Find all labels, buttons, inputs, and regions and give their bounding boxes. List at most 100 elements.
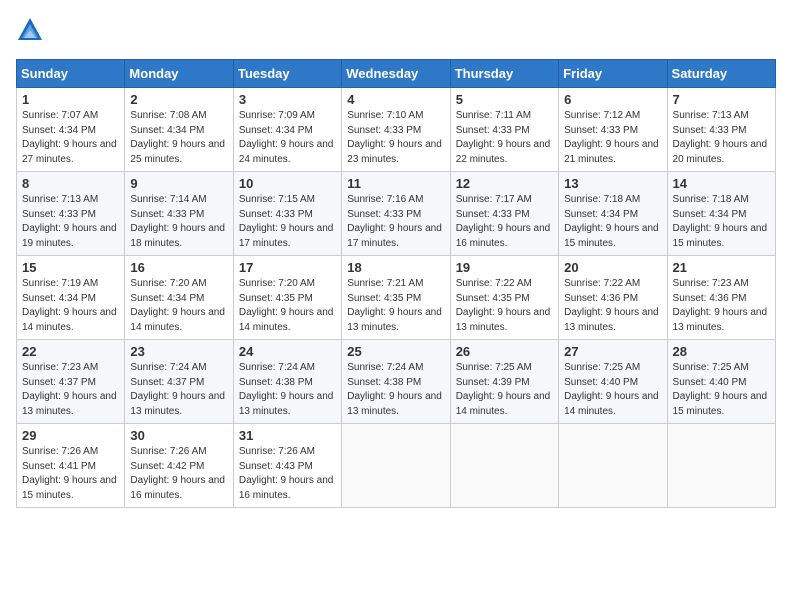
day-number: 22 [22,344,119,359]
calendar-cell: 16 Sunrise: 7:20 AMSunset: 4:34 PMDayligh… [125,256,233,340]
day-info: Sunrise: 7:18 AMSunset: 4:34 PMDaylight:… [673,194,768,249]
day-number: 8 [22,176,119,191]
day-info: Sunrise: 7:16 AMSunset: 4:33 PMDaylight:… [347,194,442,249]
calendar-table: SundayMondayTuesdayWednesdayThursdayFrid… [16,59,776,508]
day-number: 2 [130,92,227,107]
day-number: 13 [564,176,661,191]
column-header-thursday: Thursday [450,60,558,88]
calendar-cell: 3 Sunrise: 7:09 AMSunset: 4:34 PMDaylight… [233,88,341,172]
day-number: 11 [347,176,444,191]
day-info: Sunrise: 7:13 AMSunset: 4:33 PMDaylight:… [22,194,117,249]
day-info: Sunrise: 7:23 AMSunset: 4:36 PMDaylight:… [673,278,768,333]
day-number: 17 [239,260,336,275]
calendar-cell: 29Sunrise: 7:26 AMSunset: 4:41 PMDayligh… [17,424,125,508]
day-number: 20 [564,260,661,275]
day-info: Sunrise: 7:08 AMSunset: 4:34 PMDaylight:… [130,110,225,165]
day-number: 15 [22,260,119,275]
day-info: Sunrise: 7:26 AMSunset: 4:41 PMDaylight:… [22,446,117,501]
day-info: Sunrise: 7:07 AMSunset: 4:34 PMDaylight:… [22,110,117,165]
day-number: 3 [239,92,336,107]
calendar-cell: 18 Sunrise: 7:21 AMSunset: 4:35 PMDayligh… [342,256,450,340]
day-info: Sunrise: 7:26 AMSunset: 4:42 PMDaylight:… [130,446,225,501]
calendar-week-row: 1Sunrise: 7:07 AMSunset: 4:34 PMDaylight… [17,88,776,172]
calendar-cell: 8 Sunrise: 7:13 AMSunset: 4:33 PMDaylight… [17,172,125,256]
calendar-cell: 1Sunrise: 7:07 AMSunset: 4:34 PMDaylight… [17,88,125,172]
calendar-week-row: 29Sunrise: 7:26 AMSunset: 4:41 PMDayligh… [17,424,776,508]
day-number: 16 [130,260,227,275]
day-number: 25 [347,344,444,359]
column-header-wednesday: Wednesday [342,60,450,88]
column-header-tuesday: Tuesday [233,60,341,88]
calendar-header-row: SundayMondayTuesdayWednesdayThursdayFrid… [17,60,776,88]
day-number: 4 [347,92,444,107]
day-number: 23 [130,344,227,359]
day-number: 30 [130,428,227,443]
day-info: Sunrise: 7:15 AMSunset: 4:33 PMDaylight:… [239,194,334,249]
day-number: 9 [130,176,227,191]
day-info: Sunrise: 7:24 AMSunset: 4:38 PMDaylight:… [347,362,442,417]
calendar-cell: 19 Sunrise: 7:22 AMSunset: 4:35 PMDayligh… [450,256,558,340]
logo-container [16,16,48,49]
column-header-saturday: Saturday [667,60,775,88]
day-info: Sunrise: 7:23 AMSunset: 4:37 PMDaylight:… [22,362,117,417]
calendar-cell [559,424,667,508]
calendar-week-row: 8 Sunrise: 7:13 AMSunset: 4:33 PMDaylight… [17,172,776,256]
calendar-cell: 5Sunrise: 7:11 AMSunset: 4:33 PMDaylight… [450,88,558,172]
day-info: Sunrise: 7:09 AMSunset: 4:34 PMDaylight:… [239,110,334,165]
day-number: 10 [239,176,336,191]
day-info: Sunrise: 7:20 AMSunset: 4:34 PMDaylight:… [130,278,225,333]
calendar-cell: 12Sunrise: 7:17 AMSunset: 4:33 PMDayligh… [450,172,558,256]
day-info: Sunrise: 7:21 AMSunset: 4:35 PMDaylight:… [347,278,442,333]
calendar-cell: 14Sunrise: 7:18 AMSunset: 4:34 PMDayligh… [667,172,775,256]
calendar-cell: 21 Sunrise: 7:23 AMSunset: 4:36 PMDayligh… [667,256,775,340]
day-number: 7 [673,92,770,107]
calendar-cell: 13 Sunrise: 7:18 AMSunset: 4:34 PMDayligh… [559,172,667,256]
calendar-cell: 2 Sunrise: 7:08 AMSunset: 4:34 PMDaylight… [125,88,233,172]
day-number: 28 [673,344,770,359]
day-number: 18 [347,260,444,275]
day-info: Sunrise: 7:22 AMSunset: 4:35 PMDaylight:… [456,278,551,333]
calendar-cell: 15 Sunrise: 7:19 AMSunset: 4:34 PMDayligh… [17,256,125,340]
day-number: 12 [456,176,553,191]
day-info: Sunrise: 7:13 AMSunset: 4:33 PMDaylight:… [673,110,768,165]
column-header-monday: Monday [125,60,233,88]
calendar-cell: 28 Sunrise: 7:25 AMSunset: 4:40 PMDayligh… [667,340,775,424]
calendar-cell: 9Sunrise: 7:14 AMSunset: 4:33 PMDaylight… [125,172,233,256]
day-info: Sunrise: 7:11 AMSunset: 4:33 PMDaylight:… [456,110,551,165]
logo [16,16,48,49]
day-number: 19 [456,260,553,275]
day-info: Sunrise: 7:25 AMSunset: 4:40 PMDaylight:… [673,362,768,417]
calendar-week-row: 15 Sunrise: 7:19 AMSunset: 4:34 PMDayligh… [17,256,776,340]
day-number: 26 [456,344,553,359]
day-number: 27 [564,344,661,359]
calendar-cell: 22 Sunrise: 7:23 AMSunset: 4:37 PMDayligh… [17,340,125,424]
day-info: Sunrise: 7:20 AMSunset: 4:35 PMDaylight:… [239,278,334,333]
day-info: Sunrise: 7:12 AMSunset: 4:33 PMDaylight:… [564,110,659,165]
calendar-cell: 4 Sunrise: 7:10 AMSunset: 4:33 PMDaylight… [342,88,450,172]
calendar-cell: 26 Sunrise: 7:25 AMSunset: 4:39 PMDayligh… [450,340,558,424]
day-number: 31 [239,428,336,443]
calendar-cell [667,424,775,508]
day-info: Sunrise: 7:10 AMSunset: 4:33 PMDaylight:… [347,110,442,165]
day-info: Sunrise: 7:18 AMSunset: 4:34 PMDaylight:… [564,194,659,249]
calendar-cell: 31 Sunrise: 7:26 AMSunset: 4:43 PMDayligh… [233,424,341,508]
day-info: Sunrise: 7:26 AMSunset: 4:43 PMDaylight:… [239,446,334,501]
header [16,16,776,49]
calendar-cell: 11 Sunrise: 7:16 AMSunset: 4:33 PMDayligh… [342,172,450,256]
day-info: Sunrise: 7:25 AMSunset: 4:40 PMDaylight:… [564,362,659,417]
day-number: 21 [673,260,770,275]
day-info: Sunrise: 7:19 AMSunset: 4:34 PMDaylight:… [22,278,117,333]
calendar-cell: 7 Sunrise: 7:13 AMSunset: 4:33 PMDaylight… [667,88,775,172]
calendar-cell: 27 Sunrise: 7:25 AMSunset: 4:40 PMDayligh… [559,340,667,424]
day-info: Sunrise: 7:24 AMSunset: 4:38 PMDaylight:… [239,362,334,417]
day-info: Sunrise: 7:24 AMSunset: 4:37 PMDaylight:… [130,362,225,417]
calendar-cell: 25 Sunrise: 7:24 AMSunset: 4:38 PMDayligh… [342,340,450,424]
calendar-cell: 20Sunrise: 7:22 AMSunset: 4:36 PMDayligh… [559,256,667,340]
calendar-week-row: 22 Sunrise: 7:23 AMSunset: 4:37 PMDayligh… [17,340,776,424]
calendar-cell: 30 Sunrise: 7:26 AMSunset: 4:42 PMDayligh… [125,424,233,508]
calendar-cell: 10 Sunrise: 7:15 AMSunset: 4:33 PMDayligh… [233,172,341,256]
calendar-cell [342,424,450,508]
calendar-cell [450,424,558,508]
day-info: Sunrise: 7:25 AMSunset: 4:39 PMDaylight:… [456,362,551,417]
calendar-cell: 23 Sunrise: 7:24 AMSunset: 4:37 PMDayligh… [125,340,233,424]
